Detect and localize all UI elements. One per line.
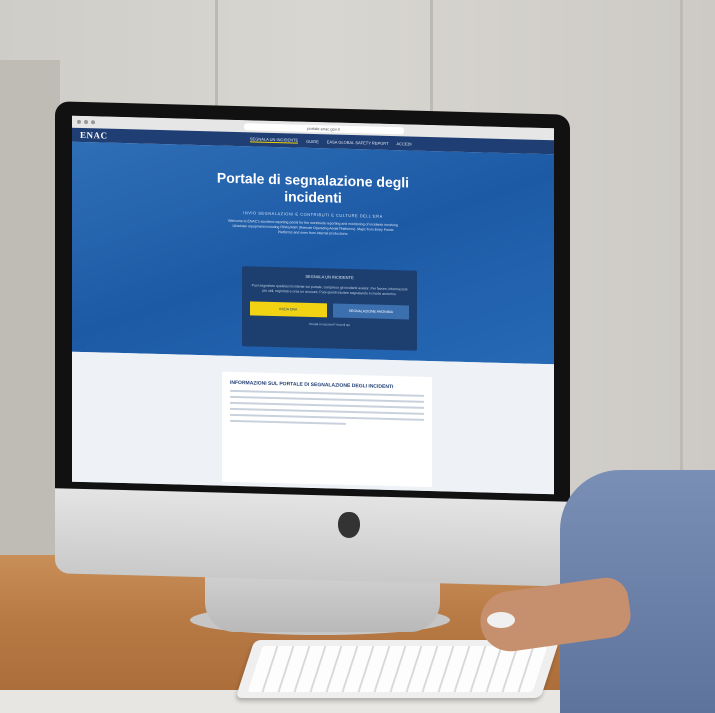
nav-login[interactable]: ACCEDI	[397, 141, 412, 146]
nav-report-incident[interactable]: SEGNALA UN INCIDENTE	[249, 136, 299, 144]
info-title: INFORMAZIONI SUL PORTALE DI SEGNALAZIONE…	[230, 379, 394, 391]
window-close-icon[interactable]	[77, 119, 81, 124]
nav-guides[interactable]: GUIDE	[306, 138, 319, 143]
glass-door	[0, 60, 60, 580]
start-now-button[interactable]: INIZIA ORA	[250, 301, 327, 318]
nav-spacer	[116, 136, 242, 139]
window-maximize-icon[interactable]	[91, 120, 95, 125]
keyboard-keys	[247, 646, 548, 692]
hero-title: Portale di segnalazione degli incidenti	[216, 169, 410, 206]
text-line	[230, 419, 347, 425]
login-link[interactable]: Hai già un account? Accedi qui	[250, 320, 409, 328]
window-minimize-icon[interactable]	[84, 120, 88, 125]
report-card-title: SEGNALA UN INCIDENTE	[305, 273, 354, 281]
mouse	[487, 612, 515, 628]
anonymous-report-button[interactable]: SEGNALAZIONE ANONIMA	[332, 303, 409, 320]
nav-safety-report[interactable]: EASA GLOBAL SAFETY REPORT	[327, 139, 389, 146]
nav-spacer	[420, 144, 546, 147]
report-card: SEGNALA UN INCIDENTE Puoi segnalare qual…	[242, 266, 417, 351]
hero-section: Portale di segnalazione degli incidenti …	[72, 141, 554, 365]
site-logo[interactable]: ENAC	[80, 130, 108, 141]
info-section: INFORMAZIONI SUL PORTALE DI SEGNALAZIONE…	[72, 351, 554, 495]
info-box: INFORMAZIONI SUL PORTALE DI SEGNALAZIONE…	[222, 371, 432, 488]
report-card-actions: INIZIA ORA SEGNALAZIONE ANONIMA	[250, 301, 409, 320]
report-card-text: Puoi segnalare qualsiasi incidente sul p…	[251, 283, 408, 297]
apple-logo-icon	[338, 512, 360, 538]
imac-chin	[55, 488, 570, 587]
hero-description: Welcome to ENAC's accident reporting por…	[228, 218, 398, 236]
monitor-screen: portale.enac.gov.it ENAC SEGNALA UN INCI…	[72, 115, 554, 495]
